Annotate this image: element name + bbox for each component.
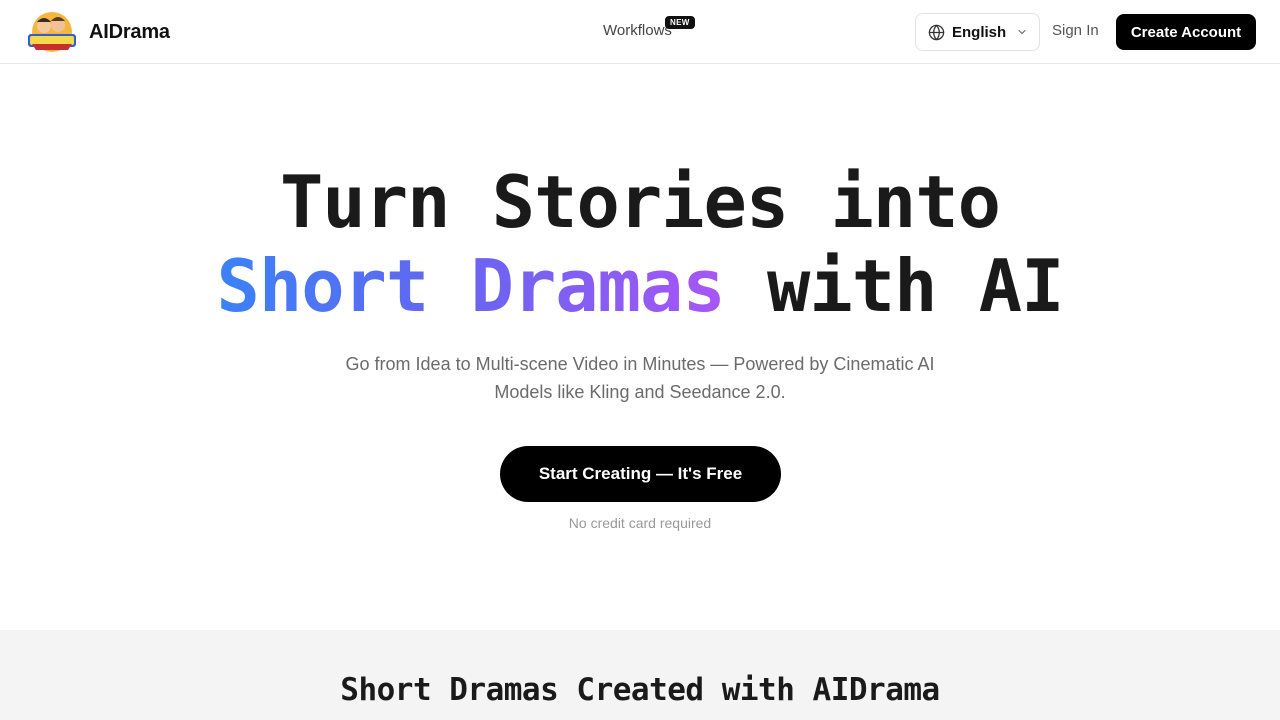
top-header: AIDrama Workflows NEW English Sign In Cr… xyxy=(0,0,1280,64)
aidrama-logo-icon xyxy=(24,10,80,54)
no-credit-card-note: No credit card required xyxy=(568,515,712,531)
start-creating-button[interactable]: Start Creating — It's Free xyxy=(500,446,781,502)
nav-workflows-link[interactable]: Workflows xyxy=(603,22,672,39)
hero-title-rest: with AI xyxy=(724,244,1064,328)
brand-name: AIDrama xyxy=(89,20,170,43)
hero-title-line1: Turn Stories into xyxy=(280,160,1001,244)
sign-in-link[interactable]: Sign In xyxy=(1052,22,1099,39)
showcase-section: Short Dramas Created with AIDrama xyxy=(0,630,1280,720)
create-account-button[interactable]: Create Account xyxy=(1116,14,1256,50)
language-select[interactable]: English xyxy=(915,13,1040,51)
brand-home-link[interactable]: AIDrama xyxy=(24,10,170,54)
chevron-down-icon xyxy=(1018,29,1026,35)
globe-icon xyxy=(928,24,945,40)
language-selected-label: English xyxy=(952,23,1007,41)
new-badge: NEW xyxy=(665,16,695,29)
hero-title-line2: Short Dramas with AI xyxy=(0,244,1280,328)
showcase-title: Short Dramas Created with AIDrama xyxy=(340,672,940,708)
hero-subtitle: Go from Idea to Multi-scene Video in Min… xyxy=(345,354,935,402)
hero-title-highlight: Short Dramas xyxy=(216,244,726,328)
